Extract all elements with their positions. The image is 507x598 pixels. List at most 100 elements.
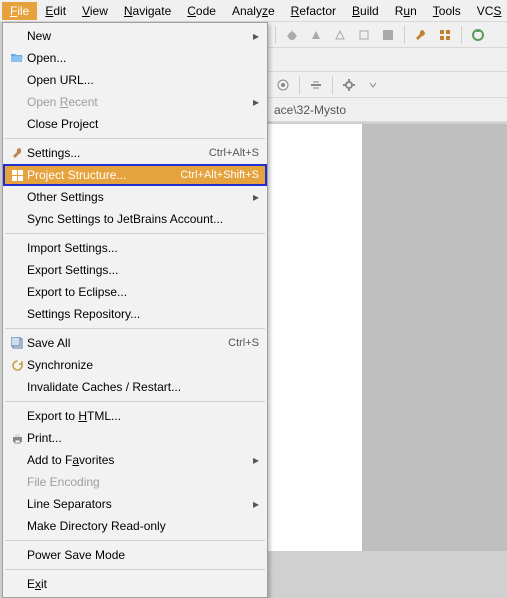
toolbar-separator [275,26,276,44]
menu-import-settings[interactable]: Import Settings... [3,237,267,259]
wrench-icon [7,147,27,160]
print-icon [7,432,27,445]
menu-open-recent[interactable]: Open Recent ▸ [3,91,267,113]
menu-label: Exit [27,577,259,591]
menu-print[interactable]: Print... [3,427,267,449]
toolbar-separator [332,76,333,94]
menu-label: Sync Settings to JetBrains Account... [27,212,259,226]
sync-gradle-icon[interactable] [467,24,489,46]
toolbar-area: ace\32-Mysto [268,22,507,122]
menu-separator [5,540,265,541]
stop-icon[interactable] [377,24,399,46]
menu-separator [5,233,265,234]
toolbar-separator [461,26,462,44]
menu-settings-repository[interactable]: Settings Repository... [3,303,267,325]
toolbar-separator [404,26,405,44]
divider-horiz-icon[interactable] [305,74,327,96]
menu-label: Open Recent [27,95,249,109]
menubar-run[interactable]: Run [387,2,425,20]
menubar-tools[interactable]: Tools [425,2,469,20]
menu-project-structure[interactable]: Project Structure... Ctrl+Alt+Shift+S [3,164,267,186]
path-text: ace\32-Mysto [274,103,346,117]
menu-power-save[interactable]: Power Save Mode [3,544,267,566]
menu-shortcut: Ctrl+Alt+Shift+S [180,169,259,181]
clean-alt-icon[interactable] [329,24,351,46]
save-all-icon [7,337,27,350]
sync-icon [7,359,27,372]
attach-icon[interactable] [353,24,375,46]
menu-separator [5,328,265,329]
menu-open[interactable]: Open... [3,47,267,69]
menubar-analyze[interactable]: Analyze [224,2,283,20]
menu-separator [5,401,265,402]
menu-label: Invalidate Caches / Restart... [27,380,259,394]
project-structure-icon [7,169,27,182]
menu-exit[interactable]: Exit [3,573,267,595]
menu-label: Power Save Mode [27,548,259,562]
chevron-right-icon: ▸ [249,95,259,109]
menu-export-eclipse[interactable]: Export to Eclipse... [3,281,267,303]
toolbar-separator [299,76,300,94]
chevron-right-icon: ▸ [249,29,259,43]
menu-settings[interactable]: Settings... Ctrl+Alt+S [3,142,267,164]
menu-label: Open... [27,51,259,65]
menu-label: Export to HTML... [27,409,259,423]
menu-label: Project Structure... [27,168,170,182]
menu-shortcut: Ctrl+S [228,337,259,349]
menu-export-html[interactable]: Export to HTML... [3,405,267,427]
bug-icon[interactable] [281,24,303,46]
breadcrumb-path: ace\32-Mysto [268,98,507,122]
menubar-code[interactable]: Code [179,2,224,20]
menu-sync-jetbrains[interactable]: Sync Settings to JetBrains Account... [3,208,267,230]
menu-other-settings[interactable]: Other Settings ▸ [3,186,267,208]
menu-file-encoding[interactable]: File Encoding [3,471,267,493]
menu-make-readonly[interactable]: Make Directory Read-only [3,515,267,537]
menubar-build[interactable]: Build [344,2,387,20]
menu-shortcut: Ctrl+Alt+S [209,147,259,159]
menu-open-url[interactable]: Open URL... [3,69,267,91]
target-icon[interactable] [272,74,294,96]
menu-label: Open URL... [27,73,259,87]
menu-label: Make Directory Read-only [27,519,259,533]
menu-label: Export Settings... [27,263,259,277]
clean-icon[interactable] [305,24,327,46]
menu-label: Other Settings [27,190,249,204]
chevron-down-icon[interactable] [362,74,384,96]
menu-label: Settings Repository... [27,307,259,321]
menu-synchronize[interactable]: Synchronize [3,354,267,376]
menubar-edit[interactable]: Edit [37,2,74,20]
menu-line-separators[interactable]: Line Separators ▸ [3,493,267,515]
menu-close-project[interactable]: Close Project [3,113,267,135]
menu-label: Synchronize [27,358,259,372]
menubar: File Edit View Navigate Code Analyze Ref… [0,0,507,22]
menu-label: Save All [27,336,218,350]
menu-add-favorites[interactable]: Add to Favorites ▸ [3,449,267,471]
menubar-navigate[interactable]: Navigate [116,2,179,20]
file-menu-dropdown: New ▸ Open... Open URL... Open Recent ▸ … [2,22,268,598]
menubar-vcs[interactable]: VCS [469,2,507,20]
menu-label: Import Settings... [27,241,259,255]
menu-label: Close Project [27,117,259,131]
menu-export-settings[interactable]: Export Settings... [3,259,267,281]
menubar-refactor[interactable]: Refactor [283,2,344,20]
wrench-icon[interactable] [410,24,432,46]
toolbar-row-1 [268,22,507,48]
menu-label: New [27,29,249,43]
menu-label: Export to Eclipse... [27,285,259,299]
project-icon[interactable] [434,24,456,46]
menu-label: File Encoding [27,475,259,489]
toolbar-row-3 [268,72,507,98]
chevron-right-icon: ▸ [249,497,259,511]
menu-label: Line Separators [27,497,249,511]
menu-separator [5,138,265,139]
menu-new[interactable]: New ▸ [3,25,267,47]
menu-invalidate-caches[interactable]: Invalidate Caches / Restart... [3,376,267,398]
menubar-view[interactable]: View [74,2,116,20]
chevron-right-icon: ▸ [249,190,259,204]
menu-label: Add to Favorites [27,453,249,467]
menubar-file[interactable]: File [2,2,37,20]
menu-label: Print... [27,431,259,445]
folder-open-icon [7,52,27,64]
menu-save-all[interactable]: Save All Ctrl+S [3,332,267,354]
gear-icon[interactable] [338,74,360,96]
